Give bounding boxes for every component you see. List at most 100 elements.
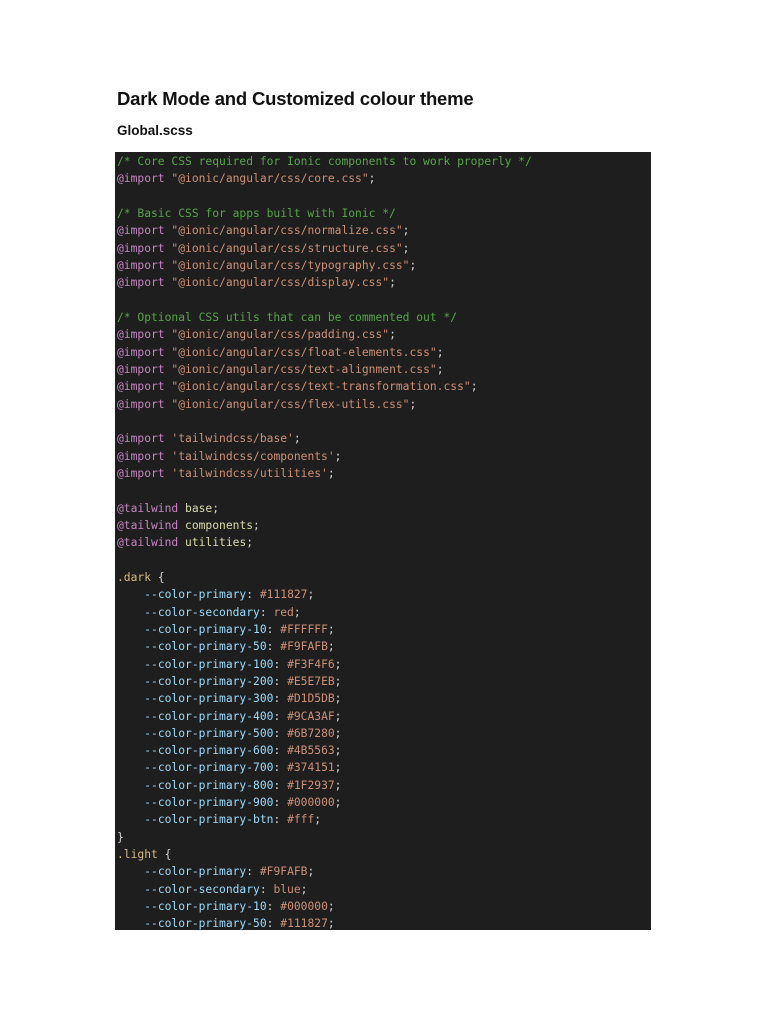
code-token-value: #000000 <box>280 900 328 914</box>
code-line: @import "@ionic/angular/css/float-elemen… <box>117 344 651 361</box>
code-token-value: red <box>273 605 294 619</box>
code-token-plain: ; <box>334 761 342 775</box>
code-token-plain: ; <box>402 224 410 238</box>
code-line: /* Optional CSS utils that can be commen… <box>117 309 651 326</box>
code-token-comment: /* Core CSS required for Ionic component… <box>117 155 532 168</box>
code-token-prop: --color-primary <box>144 865 247 879</box>
code-line: @import "@ionic/angular/css/text-alignme… <box>117 361 651 378</box>
code-token-plain: : <box>273 692 288 706</box>
code-token-plain: ; <box>327 917 335 930</box>
code-token-string: "@ionic/angular/css/normalize.css" <box>171 224 403 238</box>
code-token-plain: ; <box>436 362 444 376</box>
code-token-plain: { <box>151 570 165 584</box>
code-token-string: "@ionic/angular/css/typography.css" <box>171 258 410 272</box>
code-token-prop: --color-primary-100 <box>144 657 274 671</box>
code-token-prop: --color-primary <box>144 588 247 602</box>
code-token-comment: /* Optional CSS utils that can be commen… <box>117 310 458 324</box>
code-line: @import "@ionic/angular/css/padding.css"… <box>117 326 651 343</box>
code-token-plain: ; <box>327 622 335 636</box>
code-token-plain: ; <box>334 778 342 792</box>
code-line: /* Basic CSS for apps built with Ionic *… <box>117 205 651 222</box>
file-name-heading: Global.scss <box>117 123 193 138</box>
code-token-prop: --color-primary-10 <box>144 622 267 636</box>
code-line: .dark { <box>117 569 651 586</box>
code-token-prop: --color-primary-800 <box>144 778 274 792</box>
code-token-prop: --color-primary-600 <box>144 744 274 758</box>
code-token-prop: --color-primary-50 <box>144 917 267 930</box>
code-line: @import 'tailwindcss/base'; <box>117 430 651 447</box>
code-line: @import "@ionic/angular/css/flex-utils.c… <box>117 396 651 413</box>
code-token-at: @import <box>117 362 165 376</box>
code-token-value: #fff <box>287 813 315 827</box>
code-token-plain: : <box>273 778 288 792</box>
code-token-plain: ; <box>334 657 342 671</box>
code-token-at: @tailwind <box>117 536 179 550</box>
code-token-plain: ; <box>253 518 260 532</box>
code-token-string: 'tailwindcss/utilities' <box>171 466 328 480</box>
code-token-plain: : <box>259 882 274 896</box>
code-token-plain: ; <box>409 258 417 272</box>
code-token-value: #000000 <box>287 796 335 810</box>
code-token-value: #111827 <box>259 588 308 602</box>
code-token-plain: : <box>266 640 281 654</box>
code-token-prop: --color-primary-500 <box>144 726 274 740</box>
code-line: @tailwind components; <box>117 517 651 534</box>
code-line: --color-primary-10: #000000; <box>117 898 651 915</box>
code-line: --color-primary-300: #D1D5DB; <box>117 690 651 707</box>
code-token-plain: ; <box>307 865 315 879</box>
code-token-value: #F9FAFB <box>280 640 328 654</box>
code-line: @import 'tailwindcss/components'; <box>117 448 651 465</box>
code-token-ident: utilities <box>185 536 247 550</box>
code-token-string: "@ionic/angular/css/text-alignment.css" <box>171 362 437 376</box>
code-token-at: @import <box>117 380 165 394</box>
code-token-at: @import <box>117 345 165 359</box>
code-token-plain: ; <box>300 882 308 896</box>
code-token-prop: --color-primary-200 <box>144 674 274 688</box>
code-token-value: #FFFFFF <box>280 622 328 636</box>
code-token-value: #374151 <box>287 761 335 775</box>
code-token-prop: --color-primary-10 <box>144 900 267 914</box>
code-line: --color-primary-400: #9CA3AF; <box>117 708 651 725</box>
code-token-plain: ; <box>334 726 342 740</box>
code-token-value: #F9FAFB <box>259 865 308 879</box>
code-token-ident: base <box>185 501 213 515</box>
code-token-plain: ; <box>327 466 335 480</box>
code-token-at: @import <box>117 224 165 238</box>
code-token-string: "@ionic/angular/css/flex-utils.css" <box>171 397 410 411</box>
code-token-plain: : <box>273 761 288 775</box>
code-token-at: @import <box>117 432 165 446</box>
code-token-plain: : <box>246 865 260 879</box>
code-token-value: #D1D5DB <box>287 692 335 706</box>
code-token-plain: ; <box>389 276 396 290</box>
code-line: @import 'tailwindcss/utilities'; <box>117 465 651 482</box>
code-token-at: @import <box>117 449 165 463</box>
code-token-plain: : <box>273 813 288 827</box>
code-token-string: 'tailwindcss/components' <box>171 449 335 463</box>
code-token-at: @import <box>117 397 165 411</box>
code-line: @import "@ionic/angular/css/core.css"; <box>117 170 651 187</box>
code-token-prop: --color-primary-700 <box>144 761 274 775</box>
code-line: --color-primary-10: #FFFFFF; <box>117 621 651 638</box>
code-token-prop: --color-secondary <box>144 882 260 896</box>
code-line: --color-primary-200: #E5E7EB; <box>117 673 651 690</box>
code-token-selector: .dark <box>117 570 152 584</box>
code-block: /* Core CSS required for Ionic component… <box>115 152 651 930</box>
code-line: @tailwind utilities; <box>117 534 651 551</box>
code-line: --color-secondary: red; <box>117 604 651 621</box>
code-token-plain: ; <box>327 640 335 654</box>
page-title: Dark Mode and Customized colour theme <box>117 88 474 109</box>
code-token-plain: : <box>273 657 288 671</box>
code-line: @import "@ionic/angular/css/normalize.cs… <box>117 222 651 239</box>
code-token-plain: : <box>273 744 288 758</box>
code-line: @import "@ionic/angular/css/structure.cs… <box>117 240 651 257</box>
